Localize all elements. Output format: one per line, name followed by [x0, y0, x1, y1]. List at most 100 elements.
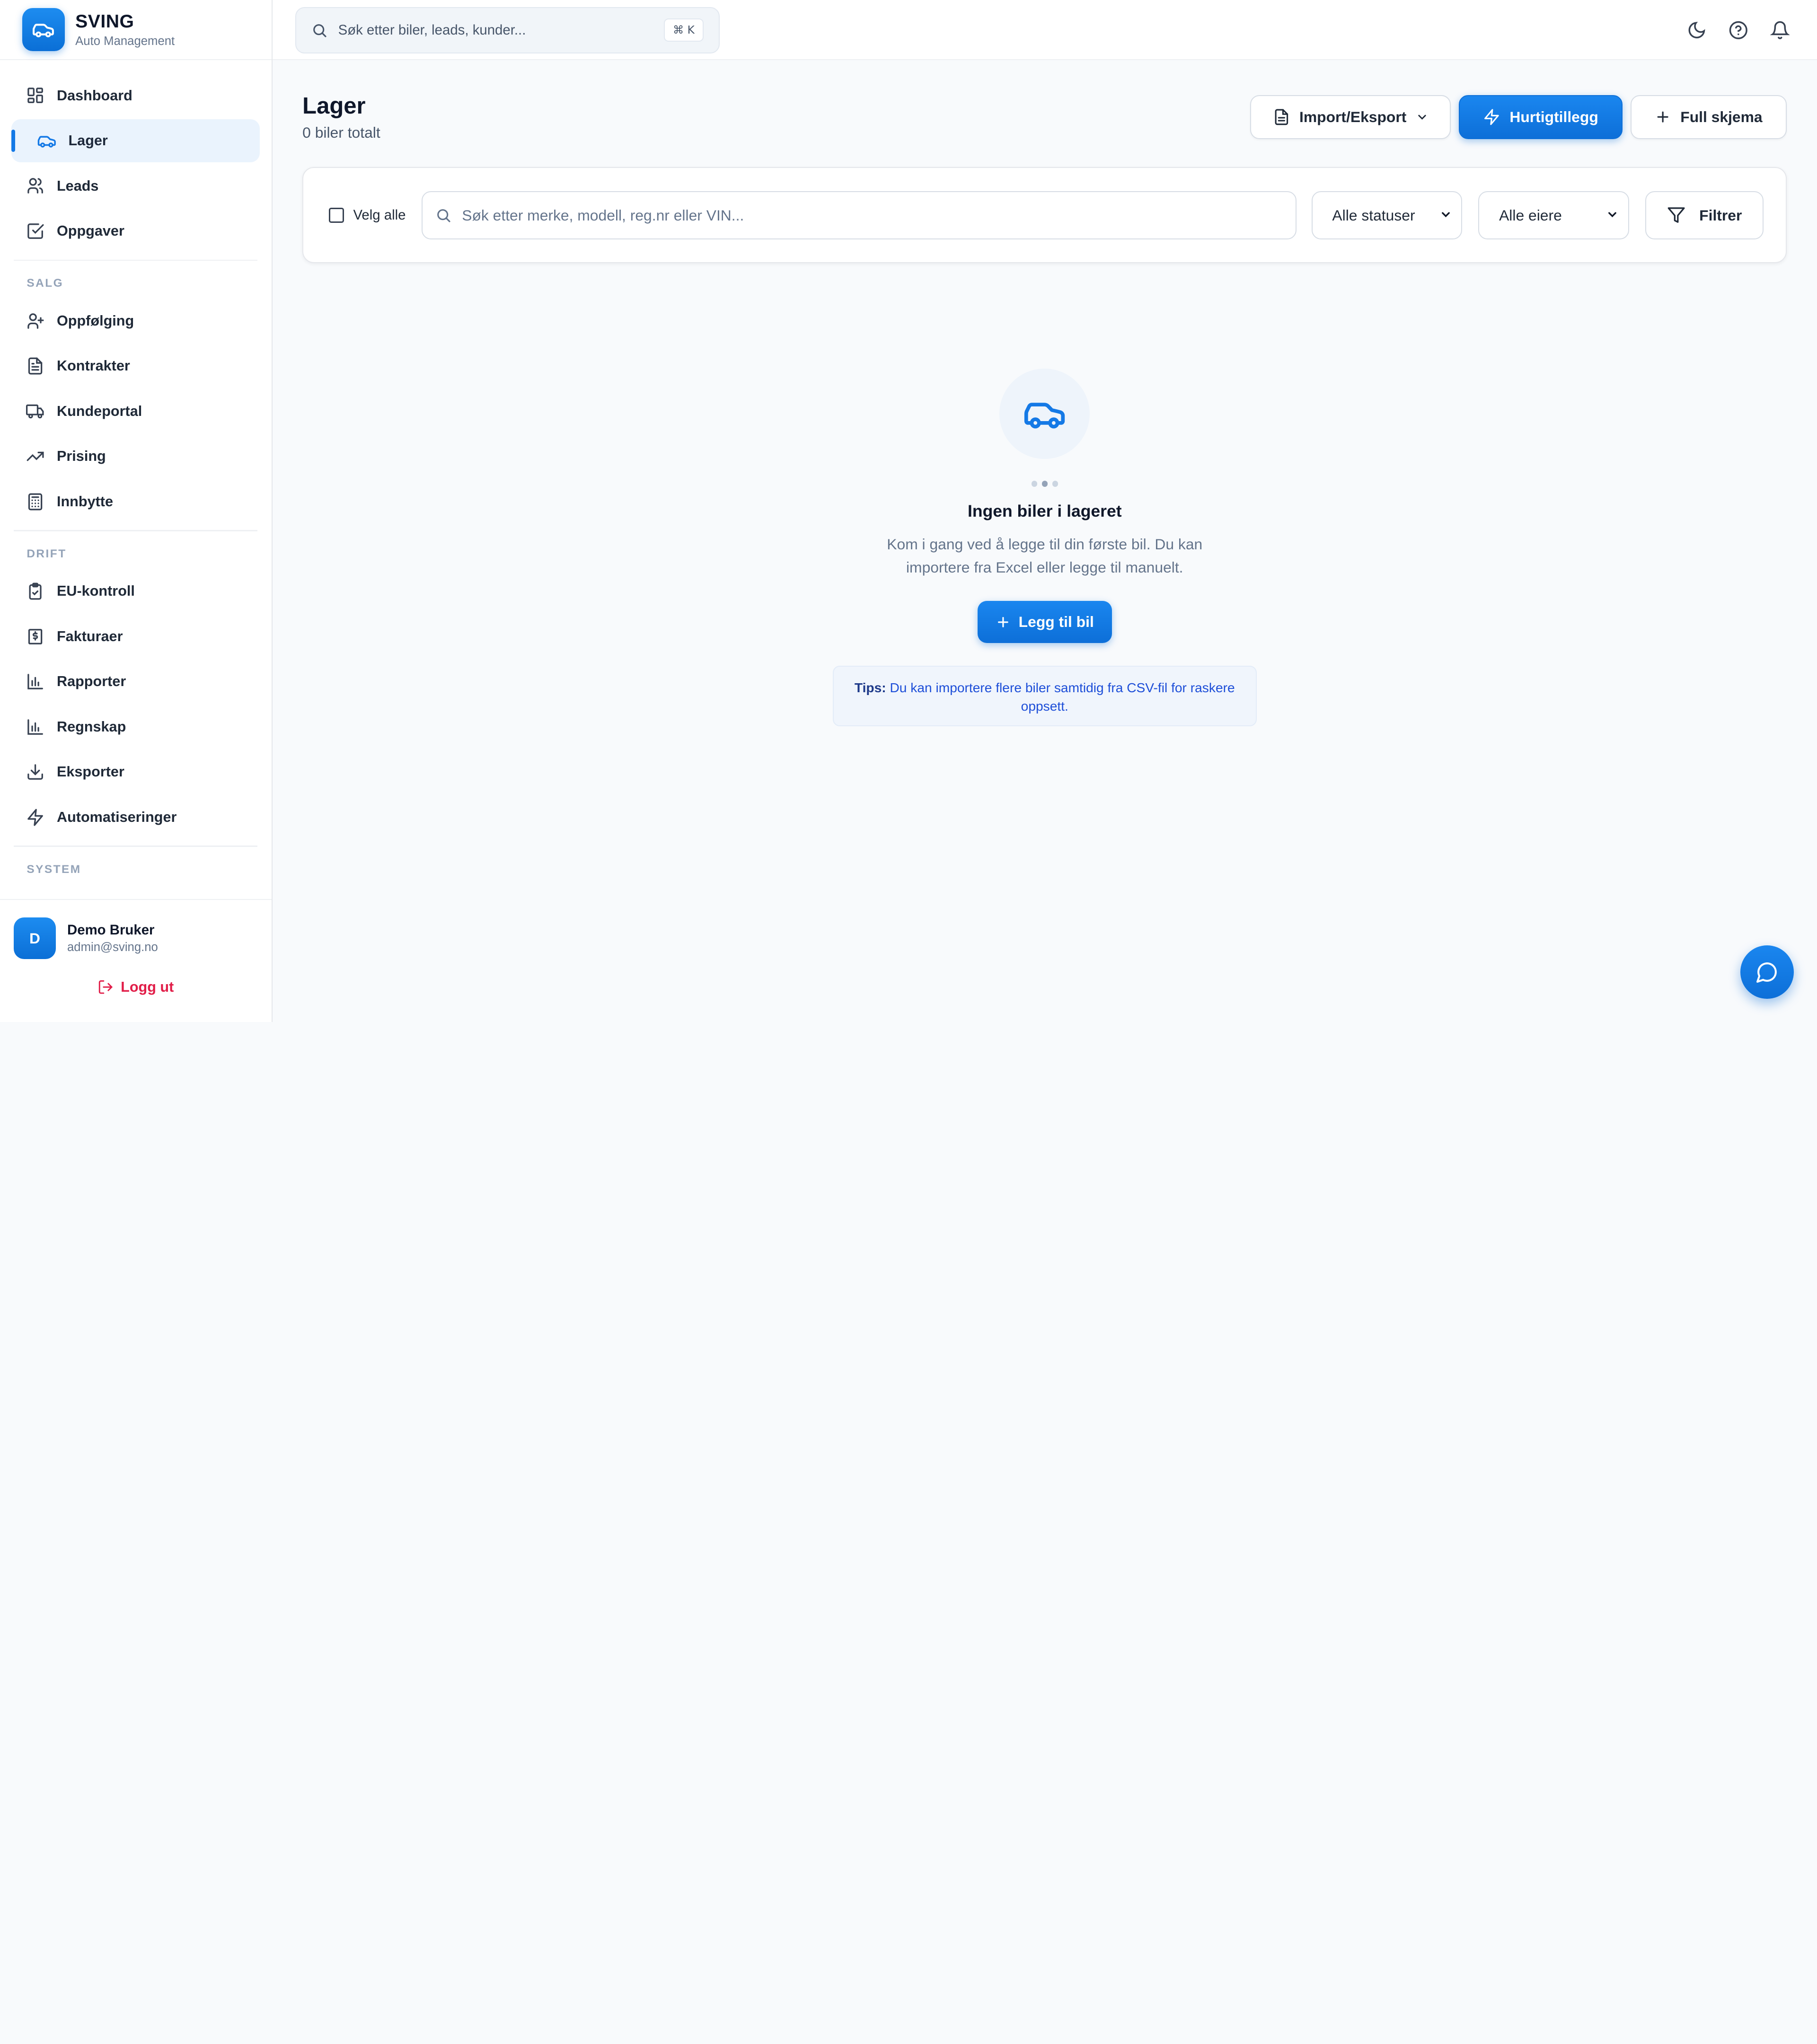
sidebar-item-leads[interactable]: Leads [11, 165, 260, 208]
download-icon [26, 762, 45, 782]
user-name: Demo Bruker [67, 922, 158, 938]
sidebar-item-automatiseringer[interactable]: Automatiseringer [11, 796, 260, 839]
sidebar-item-oppgaver[interactable]: Oppgaver [11, 210, 260, 253]
chevron-down-icon [1439, 208, 1452, 221]
global-search-input[interactable] [338, 22, 651, 38]
logout-icon [97, 979, 114, 995]
sidebar-item-innbytte[interactable]: Innbytte [11, 480, 260, 523]
dot [1042, 481, 1048, 486]
checkbox-icon [26, 221, 45, 241]
loading-dots [273, 481, 1817, 486]
car-icon [37, 131, 57, 151]
section-title-salg: SALG [11, 261, 260, 297]
inventory-search-input[interactable] [462, 207, 1273, 224]
tip-box: Tips: Du kan importere flere biler samti… [833, 666, 1257, 726]
sidebar-item-label: Oppfølging [57, 313, 134, 329]
sidebar-item-label: Automatiseringer [57, 809, 176, 826]
sidebar: SVING Auto Management Dashboard Lager [0, 0, 273, 1022]
full-form-button[interactable]: Full skjema [1631, 95, 1787, 139]
chat-icon [1755, 960, 1779, 984]
sidebar-item-kontrakter[interactable]: Kontrakter [11, 344, 260, 388]
select-all-checkbox[interactable]: Velg alle [329, 207, 406, 223]
checkbox[interactable] [329, 208, 344, 223]
plus-icon [996, 615, 1011, 630]
brand-logo-car-icon [22, 8, 65, 51]
sidebar-item-label: Dashboard [57, 88, 132, 104]
bar-chart-icon [26, 672, 45, 692]
chat-button[interactable] [1740, 945, 1794, 999]
sidebar-item-oppfolging[interactable]: Oppfølging [11, 300, 260, 343]
bell-icon[interactable] [1768, 18, 1791, 42]
invoice-icon [26, 626, 45, 646]
clipboard-check-icon [26, 581, 45, 601]
filter-button[interactable]: Filtrer [1645, 191, 1764, 240]
sidebar-item-eksporter[interactable]: Eksporter [11, 750, 260, 793]
sidebar-item-label: Kundeportal [57, 403, 142, 420]
tip-label: Tips: [855, 680, 886, 695]
sidebar-item-prising[interactable]: Prising [11, 435, 260, 478]
zap-icon [1483, 108, 1500, 126]
add-car-label: Legg til bil [1019, 613, 1094, 631]
trending-up-icon [26, 447, 45, 467]
filter-icon [1667, 206, 1685, 224]
page-header: Lager 0 biler totalt Import/Eksport Hur [302, 60, 1787, 167]
sidebar-item-rapporter[interactable]: Rapporter [11, 660, 260, 703]
select-all-label: Velg alle [353, 207, 406, 223]
brand-name: SVING [75, 11, 175, 32]
section-title-drift: DRIFT [11, 531, 260, 568]
bar-chart-icon [26, 717, 45, 737]
logout-label: Logg ut [121, 979, 174, 996]
user-profile[interactable]: D Demo Bruker admin@sving.no [0, 900, 272, 959]
sidebar-item-regnskap[interactable]: Regnskap [11, 705, 260, 749]
moon-icon[interactable] [1685, 18, 1708, 42]
file-text-icon [26, 356, 45, 376]
sidebar-item-label: Regnskap [57, 719, 126, 735]
sidebar-item-label: Rapporter [57, 673, 126, 690]
sidebar-item-fakturaer[interactable]: Fakturaer [11, 615, 260, 658]
import-export-label: Import/Eksport [1299, 108, 1406, 126]
section-title-system: SYSTEM [11, 847, 260, 883]
logout-button[interactable]: Logg ut [0, 979, 272, 996]
empty-state-illustration [999, 369, 1090, 459]
calculator-icon [26, 492, 45, 511]
quick-add-label: Hurtigtillegg [1509, 108, 1598, 126]
brand[interactable]: SVING Auto Management [0, 0, 272, 60]
filter-button-label: Filtrer [1699, 207, 1742, 224]
avatar: D [14, 917, 55, 959]
user-email: admin@sving.no [67, 941, 158, 954]
add-car-button[interactable]: Legg til bil [978, 601, 1112, 643]
topbar: ⌘ K [273, 0, 1817, 60]
filter-bar: Velg alle Alle statuser Alle eiere [302, 167, 1787, 263]
sidebar-item-dashboard[interactable]: Dashboard [11, 74, 260, 117]
user-panel: D Demo Bruker admin@sving.no Logg ut [0, 899, 272, 1022]
sidebar-item-label: Kontrakter [57, 358, 130, 374]
zap-icon [26, 807, 45, 827]
sidebar-item-label: Innbytte [57, 493, 113, 510]
search-icon [311, 22, 327, 38]
sidebar-item-kundeportal[interactable]: Kundeportal [11, 390, 260, 433]
users-icon [26, 176, 45, 196]
empty-state-title: Ingen biler i lageret [273, 502, 1817, 521]
sidebar-item-label: Oppgaver [57, 223, 124, 239]
tip-text: Du kan importere flere biler samtidig fr… [886, 680, 1235, 714]
inventory-search[interactable] [422, 191, 1297, 240]
shortcut-badge: ⌘ K [664, 18, 704, 42]
quick-add-button[interactable]: Hurtigtillegg [1459, 95, 1622, 139]
status-select-value: Alle statuser [1332, 207, 1415, 224]
sidebar-item-lager[interactable]: Lager [11, 119, 260, 162]
sidebar-item-eu-kontroll[interactable]: EU-kontroll [11, 570, 260, 613]
app-root: SVING Auto Management Dashboard Lager [0, 0, 1817, 1022]
user-plus-icon [26, 311, 45, 331]
dot [1052, 481, 1058, 486]
dot [1032, 481, 1037, 486]
plus-icon [1655, 109, 1671, 125]
file-icon [1273, 108, 1290, 126]
status-select[interactable]: Alle statuser [1312, 191, 1462, 240]
import-export-button[interactable]: Import/Eksport [1250, 95, 1451, 139]
owner-select[interactable]: Alle eiere [1478, 191, 1629, 240]
help-icon[interactable] [1727, 18, 1750, 42]
global-search[interactable]: ⌘ K [295, 7, 719, 53]
empty-state-description: Kom i gang ved å legge til din første bi… [859, 533, 1230, 579]
car-icon [1023, 392, 1067, 436]
truck-icon [26, 401, 45, 421]
